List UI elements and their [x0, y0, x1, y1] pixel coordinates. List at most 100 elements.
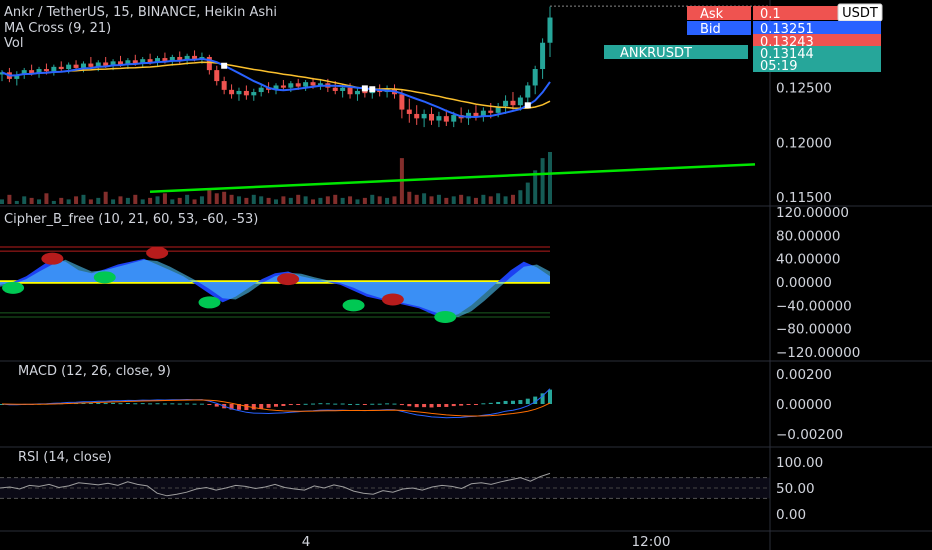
- macd-histogram-bar: [251, 404, 256, 410]
- cipher-signal-dot: [2, 281, 25, 294]
- time-tick-1200: 12:00: [632, 534, 671, 550]
- cipher-signal-dot: [277, 273, 300, 286]
- macd-histogram-bar: [296, 404, 301, 405]
- macd-histogram-bar: [422, 404, 427, 408]
- volume-bar: [14, 200, 19, 204]
- volume-bar: [111, 199, 116, 204]
- ma-cross-marker: [221, 62, 228, 69]
- cipher-b-pane[interactable]: 120.00000 80.00000 40.00000 0.00000 −40.0000…: [0, 205, 860, 361]
- ma-cross-marker: [369, 86, 376, 93]
- volume-bar: [340, 197, 345, 204]
- volume-bar: [96, 197, 101, 204]
- macd-histogram-bar: [118, 403, 123, 405]
- volume-bar: [88, 199, 93, 204]
- volume-bar: [481, 194, 486, 204]
- macd-histogram-bar: [133, 403, 138, 405]
- candle-body: [229, 89, 235, 95]
- volume-bar: [311, 199, 316, 204]
- candle-body: [43, 69, 49, 72]
- volume-bar: [370, 194, 375, 204]
- macd-histogram-bar: [333, 403, 338, 405]
- candle-body: [303, 82, 309, 87]
- volume-bar: [288, 197, 293, 204]
- trading-chart[interactable]: 120.0000080.0000040.000000.00000−40.0000…: [0, 0, 932, 550]
- volume-bar: [473, 197, 478, 204]
- cipher-tick: −120.00000: [776, 345, 860, 361]
- volume-bar: [29, 197, 34, 204]
- candle-body: [214, 70, 220, 82]
- last-price-tag[interactable]: 0.13144 05:19: [753, 46, 881, 74]
- volume-bar: [525, 182, 530, 204]
- macd-histogram-bar: [274, 404, 278, 407]
- macd-histogram-bar: [340, 403, 345, 405]
- candle-body: [414, 113, 420, 119]
- volume-bar: [222, 191, 227, 204]
- currency-button[interactable]: USDT: [837, 3, 883, 22]
- macd-histogram-bar: [199, 403, 204, 405]
- candle-body: [236, 90, 242, 95]
- macd-histogram-bar: [96, 402, 101, 404]
- candle-body: [451, 115, 457, 122]
- volume-bar: [540, 158, 545, 204]
- currency-button-label: USDT: [842, 6, 878, 21]
- candle-body: [517, 97, 523, 106]
- volume-bar: [503, 196, 508, 204]
- candle-body: [473, 112, 479, 117]
- volume-bar: [488, 196, 493, 204]
- rsi-tick: 0.00: [776, 507, 806, 523]
- candle-body: [532, 69, 538, 86]
- candle-body: [340, 87, 346, 91]
- macd-histogram-bar: [111, 402, 116, 404]
- volume-bar: [436, 194, 441, 204]
- price-axis[interactable]: 0.12500 0.12000 0.11500: [776, 81, 832, 207]
- macd-histogram-bar: [407, 404, 412, 407]
- volume-bar: [303, 196, 308, 204]
- macd-histogram-bar: [318, 403, 323, 405]
- volume-bar: [229, 194, 234, 204]
- macd-histogram-bar: [399, 404, 404, 406]
- macd-histogram-bar: [207, 404, 212, 405]
- volume-bar: [451, 196, 456, 204]
- volume-bar: [296, 194, 301, 204]
- time-tick-4: 4: [302, 534, 311, 550]
- macd-histogram-bar: [185, 403, 190, 405]
- volume-bar: [325, 196, 330, 204]
- macd-histogram-bar: [525, 398, 530, 404]
- cipher-signal-dot: [41, 252, 64, 265]
- ask-value: 0.1: [760, 7, 781, 22]
- volume-bar: [0, 199, 4, 204]
- macd-histogram-bar: [162, 403, 167, 405]
- price-tick: 0.12000: [776, 135, 832, 151]
- volume-bar: [74, 196, 79, 204]
- ma-cross-marker: [524, 102, 531, 109]
- candle-body: [310, 82, 316, 86]
- volume-bar: [59, 197, 64, 204]
- macd-histogram-bar: [414, 404, 419, 408]
- volume-bar: [207, 190, 212, 204]
- candle-body: [80, 63, 86, 68]
- volume-bar: [266, 197, 271, 204]
- volume-bar: [81, 194, 86, 204]
- macd-histogram-bar: [266, 404, 271, 408]
- candle-body: [258, 87, 264, 93]
- volume-bar: [44, 193, 49, 204]
- countdown-value: 05:19: [760, 59, 797, 74]
- macd-histogram-bar: [311, 403, 316, 405]
- macd-histogram-bar: [510, 400, 515, 404]
- symbol-tag[interactable]: ANKRUSDT: [604, 45, 748, 61]
- volume-bar: [66, 199, 71, 204]
- cipher-tick: −40.00000: [776, 298, 852, 314]
- candle-body: [510, 100, 516, 106]
- macd-histogram-bar: [303, 403, 308, 405]
- volume-bar: [333, 194, 338, 204]
- macd-histogram-bar: [503, 400, 508, 404]
- rsi-pane[interactable]: 100.00 50.00 0.00: [0, 455, 823, 523]
- rsi-tick: 100.00: [776, 455, 823, 471]
- price-pane[interactable]: [0, 5, 770, 204]
- rsi-tick: 50.00: [776, 481, 815, 497]
- cipher-tick: −80.00000: [776, 322, 852, 338]
- cipher-signal-dot: [93, 271, 116, 284]
- volume-bar: [510, 194, 515, 204]
- macd-histogram-bar: [355, 403, 360, 405]
- macd-histogram-bar: [496, 401, 501, 404]
